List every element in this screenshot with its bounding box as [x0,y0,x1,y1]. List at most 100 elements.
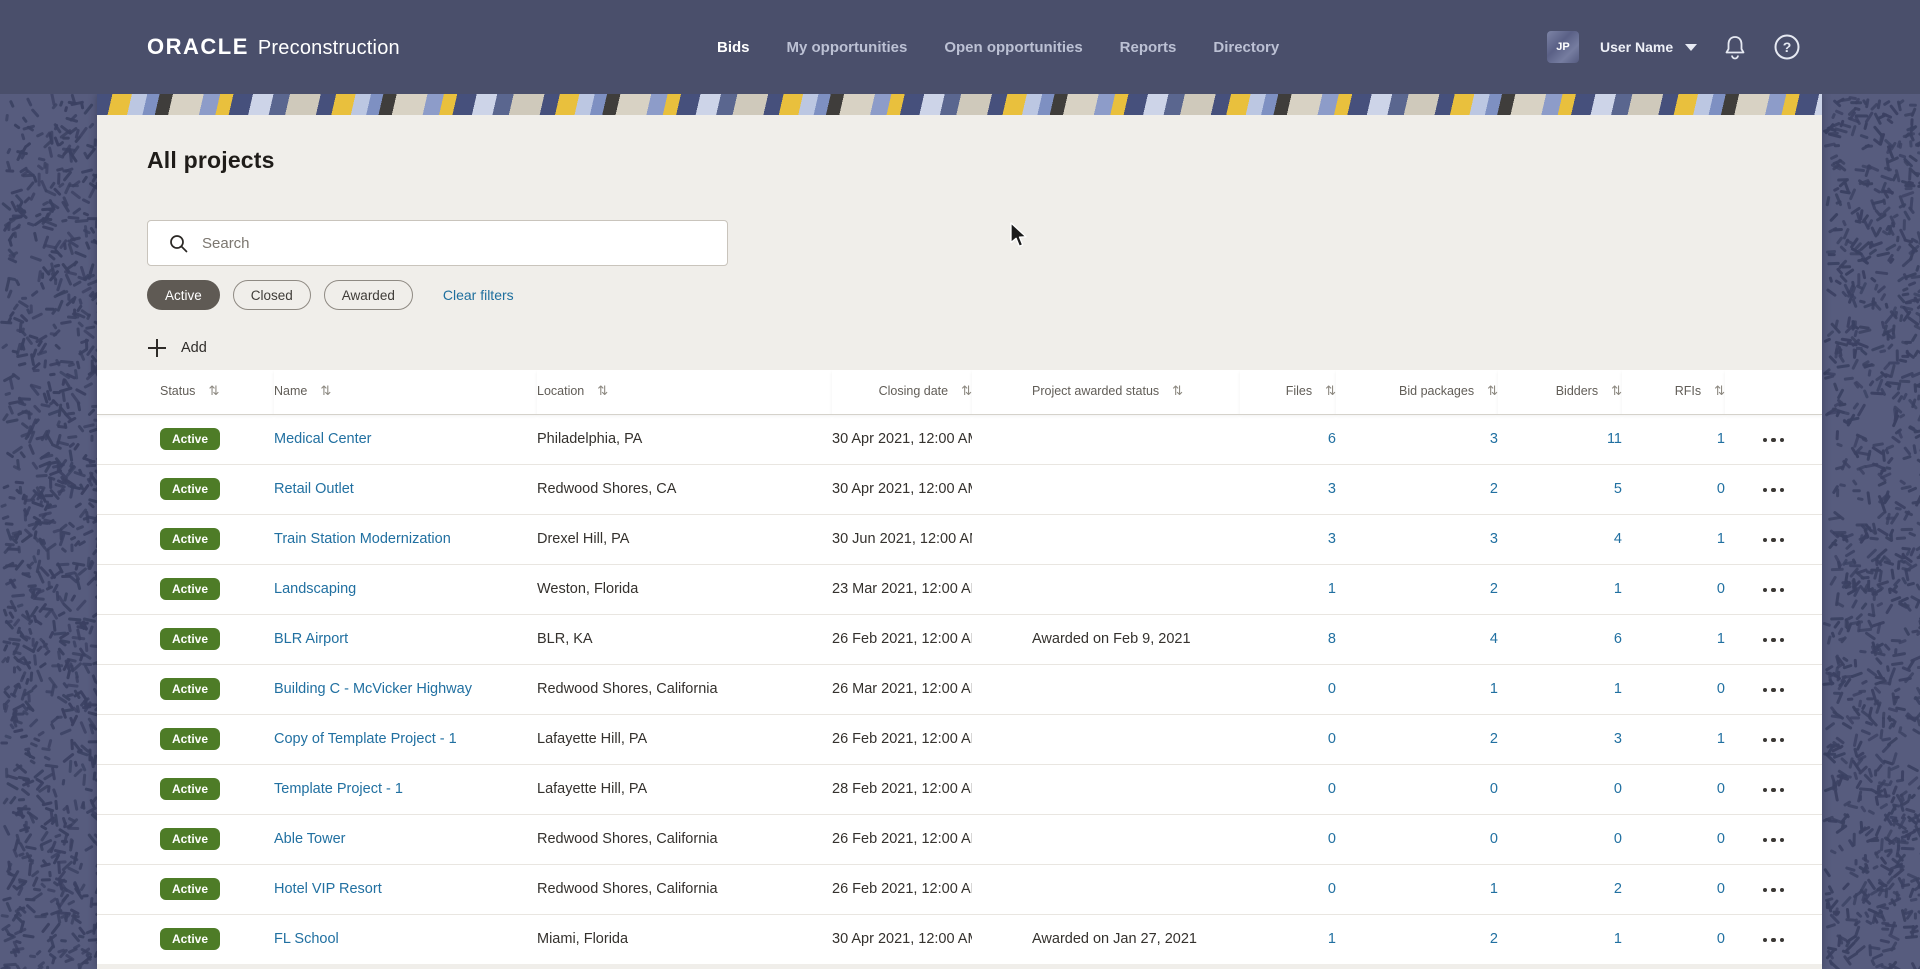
row-actions-button[interactable] [1757,832,1791,849]
project-name-link[interactable]: Landscaping [274,581,356,597]
row-actions-button[interactable] [1757,632,1791,649]
search-input[interactable] [202,221,727,265]
bidders-count-link[interactable]: 11 [1607,431,1622,447]
bid-packages-count-link[interactable]: 1 [1490,881,1498,897]
bidders-count-link[interactable]: 1 [1614,581,1622,597]
nav-item-reports[interactable]: Reports [1120,39,1177,56]
notifications-bell-icon[interactable] [1723,34,1747,60]
sort-icon[interactable]: ⇅ [961,384,972,399]
help-circle-icon[interactable]: ? [1773,33,1801,61]
project-name-link[interactable]: Building C - McVicker Highway [274,681,472,697]
files-count-link[interactable]: 3 [1328,481,1336,497]
bid-packages-count-link[interactable]: 0 [1490,831,1498,847]
bid-packages-count-link[interactable]: 2 [1490,481,1498,497]
rfis-count-link[interactable]: 0 [1717,931,1725,947]
column-header-closing-date[interactable]: Closing date ⇅ [832,370,972,415]
bid-packages-count-link[interactable]: 0 [1490,781,1498,797]
project-name-link[interactable]: BLR Airport [274,631,348,647]
sort-icon[interactable]: ⇅ [597,384,608,399]
rfis-count-link[interactable]: 0 [1717,681,1725,697]
files-count-link[interactable]: 1 [1328,581,1336,597]
sort-icon[interactable]: ⇅ [1611,384,1622,399]
bidders-count-link[interactable]: 4 [1614,531,1622,547]
bid-packages-count-link[interactable]: 4 [1490,631,1498,647]
row-actions-button[interactable] [1757,782,1791,799]
row-actions-button[interactable] [1757,582,1791,599]
files-count-link[interactable]: 0 [1328,681,1336,697]
row-actions-button[interactable] [1757,882,1791,899]
files-count-link[interactable]: 6 [1328,431,1336,447]
chevron-down-icon[interactable] [1685,43,1698,51]
project-name-link[interactable]: Train Station Modernization [274,531,451,547]
filter-chip-awarded[interactable]: Awarded [323,280,413,310]
column-header-name[interactable]: Name ⇅ [274,370,537,415]
sort-icon[interactable]: ⇅ [320,384,331,399]
files-count-link[interactable]: 1 [1328,931,1336,947]
filter-chip-closed[interactable]: Closed [232,280,311,310]
nav-item-bids[interactable]: Bids [717,39,750,56]
rfis-count-link[interactable]: 0 [1717,781,1725,797]
avatar[interactable]: JP [1547,31,1579,63]
row-actions-button[interactable] [1757,732,1791,749]
row-actions-button[interactable] [1757,682,1791,699]
row-actions-button[interactable] [1757,482,1791,499]
bidders-count-link[interactable]: 2 [1614,881,1622,897]
rfis-count-link[interactable]: 0 [1717,581,1725,597]
row-actions-button[interactable] [1757,432,1791,449]
rfis-count-link[interactable]: 0 [1717,831,1725,847]
column-header-files[interactable]: Files ⇅ [1240,370,1336,415]
rfis-count-link[interactable]: 1 [1717,531,1725,547]
bidders-count-link[interactable]: 1 [1614,931,1622,947]
bidders-count-link[interactable]: 6 [1614,631,1622,647]
nav-item-directory[interactable]: Directory [1213,39,1279,56]
bid-packages-count-link[interactable]: 3 [1490,531,1498,547]
bidders-count-link[interactable]: 3 [1614,731,1622,747]
project-name-link[interactable]: FL School [274,931,339,947]
files-count-link[interactable]: 0 [1328,781,1336,797]
sort-icon[interactable]: ⇅ [208,384,219,399]
project-name-link[interactable]: Medical Center [274,431,372,447]
column-header-rfis[interactable]: RFIs ⇅ [1622,370,1725,415]
files-count-link[interactable]: 8 [1328,631,1336,647]
rfis-count-link[interactable]: 0 [1717,881,1725,897]
rfis-count-link[interactable]: 0 [1717,481,1725,497]
nav-item-my-opportunities[interactable]: My opportunities [787,39,908,56]
add-button[interactable]: Add [147,338,237,358]
rfis-count-link[interactable]: 1 [1717,631,1725,647]
rfis-count-link[interactable]: 1 [1717,731,1725,747]
sort-icon[interactable]: ⇅ [1714,384,1725,399]
rfis-count-link[interactable]: 1 [1717,431,1725,447]
bid-packages-count-link[interactable]: 3 [1490,431,1498,447]
column-header-project-awarded-status[interactable]: Project awarded status ⇅ [972,370,1240,415]
sort-icon[interactable]: ⇅ [1325,384,1336,399]
files-count-link[interactable]: 0 [1328,731,1336,747]
row-actions-button[interactable] [1757,532,1791,549]
bid-packages-count-link[interactable]: 2 [1490,581,1498,597]
bid-packages-count-link[interactable]: 2 [1490,731,1498,747]
bidders-count-link[interactable]: 0 [1614,831,1622,847]
files-count-link[interactable]: 3 [1328,531,1336,547]
column-header-bid-packages[interactable]: Bid packages ⇅ [1336,370,1498,415]
bid-packages-count-link[interactable]: 1 [1490,681,1498,697]
nav-item-open-opportunities[interactable]: Open opportunities [944,39,1082,56]
files-count-link[interactable]: 0 [1328,831,1336,847]
sort-icon[interactable]: ⇅ [1172,384,1183,399]
bidders-count-link[interactable]: 0 [1614,781,1622,797]
project-name-link[interactable]: Template Project - 1 [274,781,403,797]
bidders-count-link[interactable]: 1 [1614,681,1622,697]
bid-packages-count-link[interactable]: 2 [1490,931,1498,947]
project-name-link[interactable]: Copy of Template Project - 1 [274,731,457,747]
user-name-label[interactable]: User Name [1600,39,1673,55]
sort-icon[interactable]: ⇅ [1487,384,1498,399]
column-header-bidders[interactable]: Bidders ⇅ [1498,370,1622,415]
project-name-link[interactable]: Retail Outlet [274,481,354,497]
project-name-link[interactable]: Hotel VIP Resort [274,881,382,897]
column-header-status[interactable]: Status ⇅ [97,370,274,415]
column-header-location[interactable]: Location ⇅ [537,370,832,415]
files-count-link[interactable]: 0 [1328,881,1336,897]
clear-filters-link[interactable]: Clear filters [443,287,514,303]
project-name-link[interactable]: Able Tower [274,831,345,847]
bidders-count-link[interactable]: 5 [1614,481,1622,497]
filter-chip-active[interactable]: Active [147,280,220,310]
row-actions-button[interactable] [1757,932,1791,949]
